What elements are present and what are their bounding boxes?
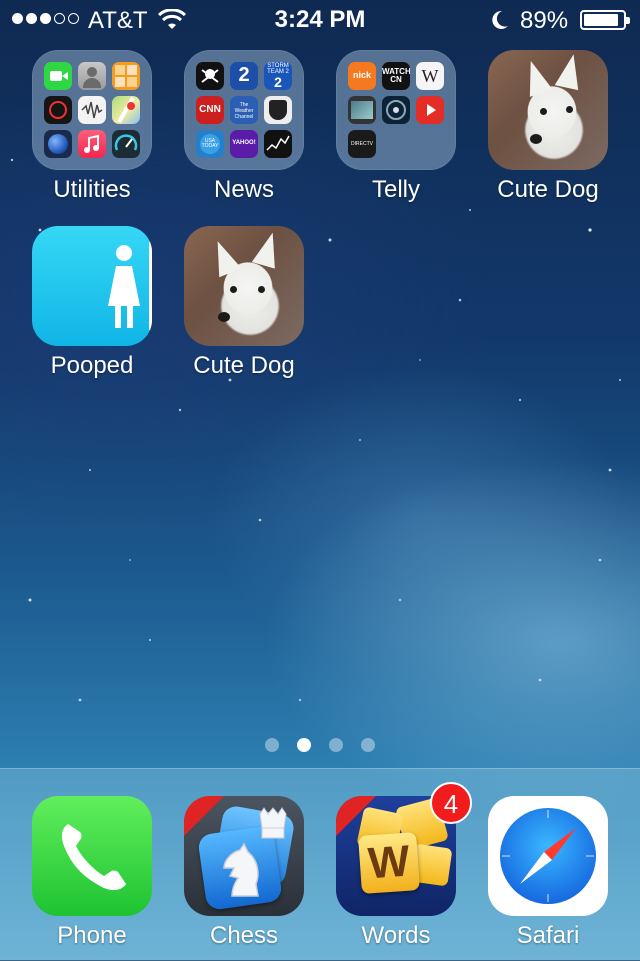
battery-percentage: 89% (520, 7, 569, 34)
moon-icon (492, 10, 508, 29)
cnn-icon: CNN (196, 96, 224, 124)
flixster-icon (348, 96, 376, 124)
folder-icon: 2 STORM TEAM 2 2 CNN The Weather Channel… (184, 50, 304, 170)
google-earth-icon (44, 130, 72, 158)
clock-app-icon (44, 96, 72, 124)
dock-app-words[interactable]: W 4 Words (326, 782, 472, 950)
app-label: Cute Dog (193, 352, 295, 379)
battery-fill (584, 14, 618, 26)
app-label: Utilities (53, 176, 131, 203)
sky-guide-icon (382, 96, 410, 124)
weather-channel-icon: The Weather Channel (230, 96, 258, 124)
app-label: Safari (516, 922, 580, 949)
storm-team-2-icon: STORM TEAM 2 2 (264, 62, 292, 90)
page-indicator[interactable] (0, 738, 640, 752)
wikipedia-icon: W (416, 62, 444, 90)
dog-photo-icon (488, 50, 608, 170)
page-dot[interactable] (265, 738, 279, 752)
notification-badge: 4 (430, 782, 472, 824)
sea-shepherd-icon (196, 62, 224, 90)
app-cute-dog[interactable]: Cute Dog (478, 50, 618, 204)
directv-icon: DIRECTV (348, 130, 376, 158)
page-dot[interactable] (329, 738, 343, 752)
page-dot-active[interactable] (297, 738, 311, 752)
nhl-icon (264, 96, 292, 124)
dog-photo-icon (184, 226, 304, 346)
dock-app-chess[interactable]: Chess (174, 796, 314, 950)
safari-icon (488, 796, 608, 916)
channel-2-icon: 2 (230, 62, 258, 90)
app-label: News (213, 176, 274, 203)
dock-app-safari[interactable]: Safari (478, 796, 618, 950)
page-dot[interactable] (361, 738, 375, 752)
status-bar: AT&T 3:24 PM 89% (0, 0, 640, 40)
stocks-icon (264, 130, 292, 158)
app-cute-dog-2[interactable]: Cute Dog (174, 226, 314, 380)
app-label: Telly (371, 176, 420, 203)
facetime-icon (44, 62, 72, 90)
app-label: Words (361, 922, 431, 949)
app-label: Chess (209, 922, 279, 949)
cartoon-network-icon: WATCH CN (382, 62, 410, 90)
folder-news[interactable]: 2 STORM TEAM 2 2 CNN The Weather Channel… (174, 50, 314, 204)
battery-icon (580, 10, 630, 30)
app-pooped[interactable]: Pooped (22, 226, 162, 380)
phone-icon (32, 796, 152, 916)
usa-today-icon: USA TODAY (196, 130, 224, 158)
speedtest-icon (112, 130, 140, 158)
yahoo-icon: YAHOO! (230, 130, 258, 158)
contacts-icon (78, 62, 106, 90)
battery-terminal (626, 17, 630, 24)
folder-icon (32, 50, 152, 170)
maps-icon (112, 96, 140, 124)
folder-telly[interactable]: nick WATCH CN W DIRECTV Telly (326, 50, 466, 204)
calculator-icon (112, 62, 140, 90)
folder-icon: nick WATCH CN W DIRECTV (336, 50, 456, 170)
dock-app-phone[interactable]: Phone (22, 796, 162, 950)
nick-icon: nick (348, 62, 376, 90)
app-label: Phone (57, 922, 127, 949)
chess-icon (184, 796, 304, 916)
youtube-icon (416, 96, 444, 124)
folder-utilities[interactable]: Utilities (22, 50, 162, 204)
app-label: Cute Dog (497, 176, 599, 203)
app-label: Pooped (50, 352, 134, 379)
restroom-icon (32, 226, 152, 346)
voice-memos-icon (78, 96, 106, 124)
music-icon (78, 130, 106, 158)
